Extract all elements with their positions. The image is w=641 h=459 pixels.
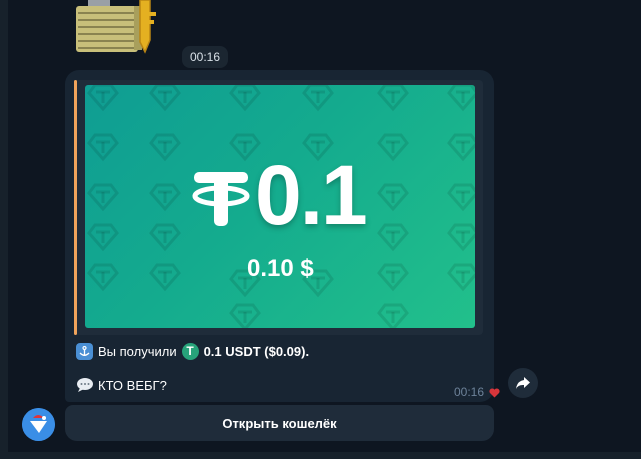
- comment-text: КТО ВЕБГ?: [98, 377, 167, 393]
- anchor-icon: [76, 342, 93, 360]
- heart-reaction-icon[interactable]: [489, 388, 500, 398]
- received-prefix: Вы получили: [98, 343, 177, 359]
- speech-bubble-icon: [77, 378, 93, 392]
- forward-button[interactable]: [508, 368, 538, 398]
- open-wallet-button[interactable]: Открыть кошелёк: [65, 405, 494, 441]
- preview-accent-border: [74, 80, 77, 335]
- received-amount-usd: 0.10 $: [247, 255, 314, 282]
- lock-with-key-icon: [76, 0, 156, 54]
- comment-line: КТО ВЕБГ?: [76, 375, 167, 395]
- wallet-bot-logo-icon: [22, 408, 55, 441]
- received-line: Вы получили T 0.1 USDT ($0.09).: [76, 341, 309, 361]
- tether-icon: [192, 172, 250, 226]
- usdt-coin-icon: T: [181, 342, 199, 360]
- message-timestamp: 00:16: [454, 385, 485, 399]
- chat-list-edge: [0, 0, 8, 459]
- sticker-timestamp: 00:16: [182, 46, 229, 68]
- composer-edge: [0, 452, 641, 459]
- bot-avatar[interactable]: [22, 408, 55, 441]
- received-asset-amount: 0.1 USDT ($0.09).: [203, 343, 310, 359]
- forward-arrow-icon: [516, 377, 530, 389]
- received-amount: 0.1: [255, 148, 368, 242]
